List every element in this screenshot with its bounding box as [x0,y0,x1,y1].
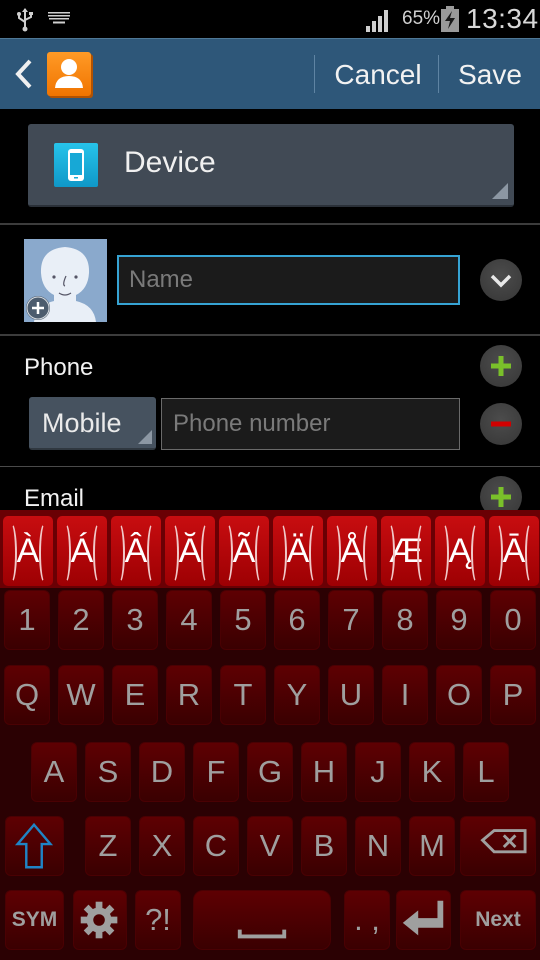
separator [438,55,439,93]
key-5[interactable]: 5 [220,590,266,650]
phone-type-label: Mobile [42,408,122,438]
backspace-key[interactable] [460,816,536,876]
minus-icon [491,421,511,427]
clock: 13:34 [466,3,539,34]
key-h[interactable]: H [301,742,347,802]
dropdown-corner-icon [492,183,508,199]
accent-key[interactable]: Á [57,516,107,586]
key-v[interactable]: V [247,816,293,876]
contacts-icon[interactable] [47,52,91,96]
key-x[interactable]: X [139,816,185,876]
accent-key[interactable]: Ă [165,516,215,586]
divider [0,334,540,336]
remove-phone-button[interactable] [480,403,522,445]
accent-key[interactable]: Â [111,516,161,586]
key-r[interactable]: R [166,665,212,725]
phone-section-label: Phone [24,354,94,381]
enter-key[interactable] [396,890,451,950]
phone-number-input[interactable] [161,398,460,450]
divider [0,466,540,467]
add-photo-icon[interactable] [26,296,50,320]
phone-device-icon [54,143,98,187]
plus-icon [491,356,511,376]
soft-keyboard: À Á Â Ă Ã Ä Å Æ Ą Ā 1 2 3 4 5 6 7 8 9 0 … [0,510,540,960]
storage-selector[interactable]: Device [28,124,514,207]
shift-arrow-icon [14,822,54,869]
accent-key[interactable]: Ą [435,516,485,586]
divider [0,223,540,225]
key-8[interactable]: 8 [382,590,428,650]
key-p[interactable]: P [490,665,536,725]
save-button[interactable]: Save [440,39,540,110]
accent-key[interactable]: Æ [381,516,431,586]
key-q[interactable]: Q [4,665,50,725]
key-1[interactable]: 1 [4,590,50,650]
gear-icon [80,901,118,939]
phone-type-selector[interactable]: Mobile [29,397,156,450]
enter-icon [402,900,444,936]
chevron-down-icon [490,274,512,288]
key-6[interactable]: 6 [274,590,320,650]
next-key[interactable]: Next [460,890,536,950]
keyboard-icon [48,12,70,24]
space-bar-icon [237,929,287,939]
period-comma-key[interactable]: . , [344,890,390,950]
key-3[interactable]: 3 [112,590,158,650]
key-t[interactable]: T [220,665,266,725]
key-s[interactable]: S [85,742,131,802]
contact-photo[interactable] [24,239,107,322]
cancel-button[interactable]: Cancel [318,39,438,110]
punctuation-key[interactable]: ?! [135,890,181,950]
key-k[interactable]: K [409,742,455,802]
key-9[interactable]: 9 [436,590,482,650]
key-a[interactable]: A [31,742,77,802]
accent-key[interactable]: Ā [489,516,539,586]
key-2[interactable]: 2 [58,590,104,650]
key-w[interactable]: W [58,665,104,725]
accent-key[interactable]: Ä [273,516,323,586]
key-g[interactable]: G [247,742,293,802]
accent-key[interactable]: Å [327,516,377,586]
key-0[interactable]: 0 [490,590,536,650]
key-c[interactable]: C [193,816,239,876]
key-e[interactable]: E [112,665,158,725]
dropdown-corner-icon [138,430,152,444]
key-4[interactable]: 4 [166,590,212,650]
battery-charging-icon [441,6,459,32]
action-bar: Cancel Save [0,38,540,109]
storage-label: Device [124,146,216,179]
signal-icon [366,10,388,32]
chevron-left-icon[interactable] [10,55,36,93]
key-i[interactable]: I [382,665,428,725]
expand-name-button[interactable] [480,259,522,301]
key-y[interactable]: Y [274,665,320,725]
key-j[interactable]: J [355,742,401,802]
key-z[interactable]: Z [85,816,131,876]
key-n[interactable]: N [355,816,401,876]
settings-key[interactable] [73,890,127,950]
key-d[interactable]: D [139,742,185,802]
backspace-icon [480,829,527,854]
usb-icon [17,8,33,32]
key-o[interactable]: O [436,665,482,725]
key-f[interactable]: F [193,742,239,802]
shift-key[interactable] [5,816,64,876]
sym-key[interactable]: SYM [5,890,64,950]
key-u[interactable]: U [328,665,374,725]
add-phone-button[interactable] [480,345,522,387]
accent-key[interactable]: À [3,516,53,586]
name-input[interactable] [117,255,460,305]
key-m[interactable]: M [409,816,455,876]
accent-key[interactable]: Ã [219,516,269,586]
accent-suggestion-row: À Á Â Ă Ã Ä Å Æ Ą Ā [0,510,540,588]
space-key[interactable] [193,890,331,950]
separator [314,55,315,93]
status-bar: 65% 13:34 [0,0,540,38]
key-b[interactable]: B [301,816,347,876]
key-7[interactable]: 7 [328,590,374,650]
battery-percent: 65% [402,8,441,29]
key-l[interactable]: L [463,742,509,802]
email-section-label: Email [24,485,85,512]
